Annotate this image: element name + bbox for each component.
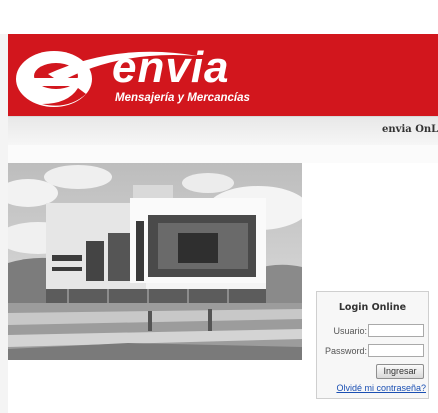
- password-label: Password:: [324, 346, 367, 356]
- ingresar-button[interactable]: Ingresar: [376, 364, 424, 379]
- username-input[interactable]: [368, 324, 424, 337]
- site-title: envia OnLine: [382, 124, 438, 135]
- username-label: Usuario:: [333, 326, 367, 336]
- login-panel: Login Online Usuario: Password: Ingresar…: [316, 291, 429, 399]
- forgot-password-link[interactable]: Olvidé mi contraseña?: [336, 383, 426, 393]
- brand-tagline: Mensajería y Mercancías: [115, 92, 250, 104]
- login-title: Login Online: [338, 302, 407, 313]
- page-gutter: [0, 34, 8, 413]
- title-bar: envia OnLine: [8, 116, 438, 146]
- spacer-band: [8, 145, 438, 163]
- brand-name: envia: [112, 43, 230, 92]
- top-whitespace: [0, 0, 438, 34]
- password-input[interactable]: [368, 344, 424, 357]
- header-banner: envia Mensajería y Mercancías: [8, 34, 438, 116]
- building-photo: [8, 163, 302, 360]
